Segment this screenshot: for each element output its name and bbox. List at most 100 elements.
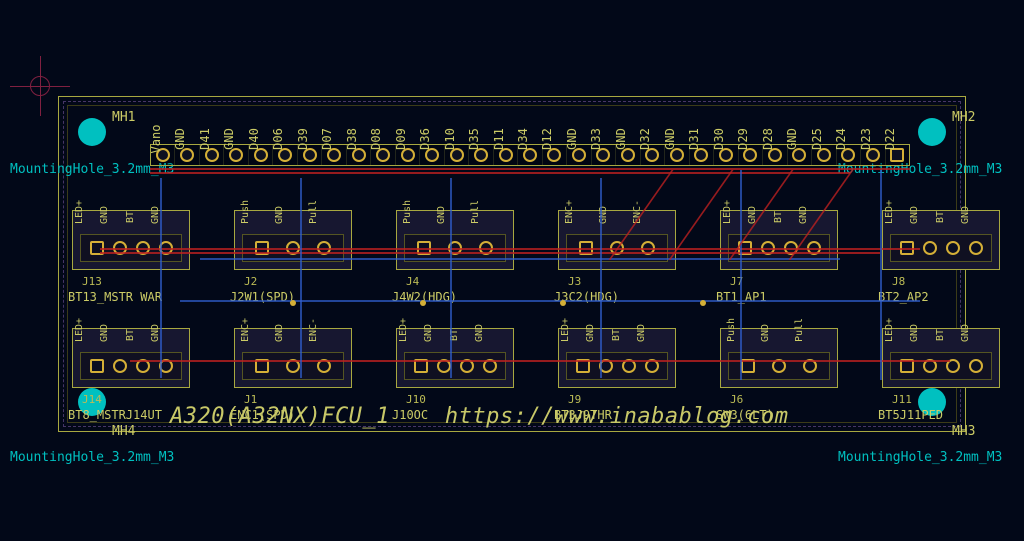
connector-row-1: LED+GNDBTGNDJ13BT13_MSTR WARPushGNDPullJ… [72, 210, 1024, 270]
header-pin: GND [616, 145, 640, 165]
connector-pin-pad [610, 241, 624, 255]
header-pin-net-label: GND [222, 128, 236, 150]
connector-pin-net-label: ENC- [308, 328, 346, 342]
connector-pin-pad [136, 241, 150, 255]
connector-pin-pad [923, 359, 937, 373]
board-name-text: A320(A32NX)FCU_1 [170, 404, 390, 429]
header-pin-net-label: D08 [369, 128, 383, 150]
header-pin: GND [224, 145, 248, 165]
connector-J3: ENC+GNDENC-J3J3C2(HDG) [558, 210, 676, 270]
connector-ref-label: J14 [82, 393, 102, 406]
header-pin: D06 [273, 145, 297, 165]
connector-pin-net-label: GND [960, 328, 998, 342]
header-pin: D40 [249, 145, 273, 165]
connector-pin-net-label: Pull [794, 328, 832, 342]
header-pin: D25 [812, 145, 836, 165]
header-pin: D39 [298, 145, 322, 165]
header-pin-net-label: D24 [834, 128, 848, 150]
connector-row-2: LED+GNDBTGNDJ14BT8_MSTRJ14UT ENC+GNDENC-J… [72, 328, 1024, 388]
connector-J6: PushGNDPullJ6SW3(6LT) [720, 328, 838, 388]
connector-pin-pad [969, 241, 983, 255]
connector-J2: PushGNDPullJ2J2W1(SPD) [234, 210, 352, 270]
connector-pin-pad [900, 241, 914, 255]
connector-pin-pad [946, 359, 960, 373]
connector-pin-net-label: ENC+ [564, 210, 602, 224]
connector-pin-pad [900, 359, 914, 373]
header-pin: D36 [420, 145, 444, 165]
connector-desc-label: BT1_AP1 [716, 290, 767, 304]
connector-pin-net-label: GND [760, 328, 798, 342]
header-pin: D32 [641, 145, 665, 165]
connector-J11: LED+GNDBTGNDJ11BT5J11PED [882, 328, 1000, 388]
connector-pin-pad [599, 359, 613, 373]
connector-pin-pad [803, 359, 817, 373]
via [290, 300, 296, 306]
connector-pin-net-label: GND [150, 210, 188, 224]
header-pin: D41 [200, 145, 224, 165]
mh3-ref: MH3 [952, 424, 975, 439]
header-pin: GND [175, 145, 199, 165]
header-pin: D24 [837, 145, 861, 165]
header-pin: D33 [592, 145, 616, 165]
connector-pin-pad [90, 241, 104, 255]
connector-pin-pad [90, 359, 104, 373]
connector-pin-net-label: Push [402, 210, 440, 224]
connector-J7: LED+GNDBTGNDJ7BT1_AP1 [720, 210, 838, 270]
header-pin: D38 [347, 145, 371, 165]
connector-pin-pad [286, 359, 300, 373]
connector-pin-pad [414, 359, 428, 373]
connector-pin-pad [579, 241, 593, 255]
header-pin-net-label: D09 [394, 128, 408, 150]
connector-pin-pad [317, 241, 331, 255]
header-pin-net-label: D30 [712, 128, 726, 150]
connector-J1: ENC+GNDENC-J1ENC1(SPD) [234, 328, 352, 388]
connector-J14: LED+GNDBTGNDJ14BT8_MSTRJ14UT [72, 328, 190, 388]
connector-ref-label: J4 [406, 275, 419, 288]
header-pin-net-label: D11 [492, 128, 506, 150]
mh4-ref: MH4 [112, 424, 135, 439]
header-pin-net-label: D38 [345, 128, 359, 150]
connector-desc-label: BT8_MSTRJ14UT [68, 408, 162, 422]
header-pin-net-label: D34 [516, 128, 530, 150]
connector-pin-pad [255, 359, 269, 373]
connector-desc-label: BT13_MSTR WAR [68, 290, 162, 304]
header-pin-net-label: GND [663, 128, 677, 150]
mh3-footprint: MountingHole_3.2mm_M3 [838, 450, 1002, 465]
connector-J8: LED+GNDBTGNDJ8BT2_AP2 [882, 210, 1000, 270]
via [700, 300, 706, 306]
connector-pin-net-label: GND [636, 328, 674, 342]
header-pin-net-label: D40 [247, 128, 261, 150]
header-pin: Vano [151, 145, 175, 165]
connector-pin-pad [807, 241, 821, 255]
connector-ref-label: J8 [892, 275, 905, 288]
mh4-footprint: MountingHole_3.2mm_M3 [10, 450, 174, 465]
connector-pin-pad [317, 359, 331, 373]
top-pin-header: VanoGNDD41GNDD40D06D39D07D38D08D09D36D10… [150, 144, 910, 166]
mounting-hole-2 [918, 118, 946, 146]
header-pin-net-label: Vano [149, 125, 163, 154]
header-pin-net-label: D28 [761, 128, 775, 150]
connector-pin-net-label: Pull [308, 210, 346, 224]
connector-pin-net-label: ENC- [632, 210, 670, 224]
header-pin: D07 [322, 145, 346, 165]
header-pin-net-label: D06 [271, 128, 285, 150]
connector-ref-label: J13 [82, 275, 102, 288]
connector-ref-label: J11 [892, 393, 912, 406]
connector-pin-net-label: GND [436, 210, 474, 224]
header-pin: GND [788, 145, 812, 165]
mounting-hole-1 [78, 118, 106, 146]
connector-pin-pad [761, 241, 775, 255]
connector-pin-net-label: Pull [470, 210, 508, 224]
header-pin: D09 [396, 145, 420, 165]
board-url-text: https://www.inabablog.com [445, 404, 789, 429]
header-pin-net-label: D41 [198, 128, 212, 150]
header-pin-net-label: GND [614, 128, 628, 150]
connector-pin-pad [437, 359, 451, 373]
header-pin: D22 [886, 145, 909, 165]
header-pin-net-label: D39 [296, 128, 310, 150]
header-pin-net-label: D33 [589, 128, 603, 150]
connector-desc-label: BT5J11PED [878, 408, 943, 422]
connector-pin-pad [136, 359, 150, 373]
header-pin-net-label: D32 [638, 128, 652, 150]
connector-pin-pad [417, 241, 431, 255]
